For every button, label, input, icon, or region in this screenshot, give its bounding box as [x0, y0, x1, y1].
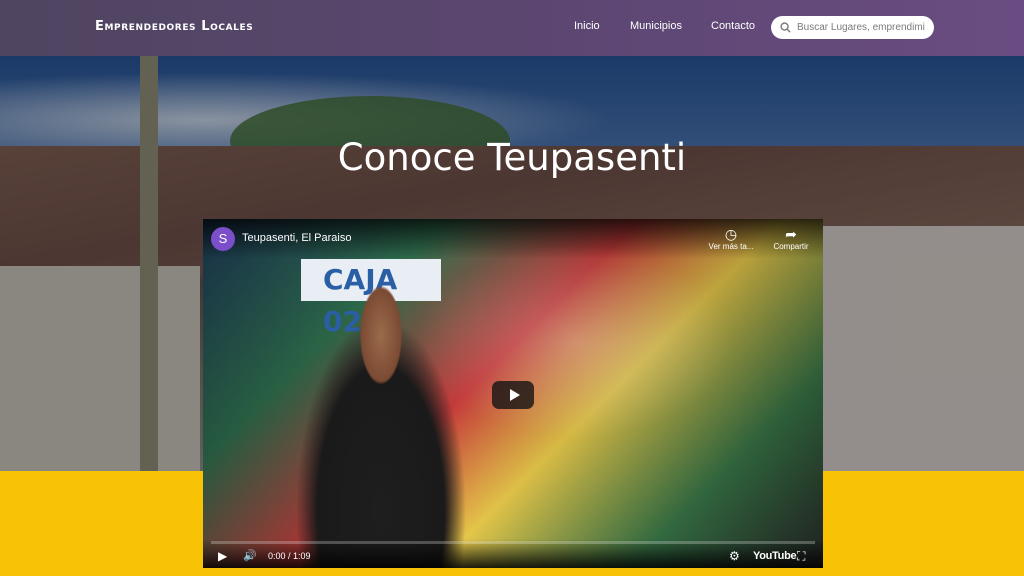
video-controls: ▶ 🔊 0:00 / 1:09 ⚙ YouTube ⛶ — [203, 539, 823, 568]
channel-avatar[interactable]: S — [211, 227, 235, 251]
share-button[interactable]: ➦ Compartir — [762, 226, 820, 251]
share-label: Compartir — [773, 242, 809, 251]
search-icon — [780, 22, 791, 33]
fullscreen-icon[interactable]: ⛶ — [797, 549, 805, 564]
video-player[interactable]: CAJA 02 S Teupasenti, El Paraiso ◷ Ver m… — [203, 219, 823, 568]
nav-item-contacto[interactable]: Contacto — [711, 20, 755, 32]
time-display: 0:00 / 1:09 — [268, 551, 311, 561]
top-navbar: Emprendedores Locales Inicio Municipios … — [0, 0, 1024, 56]
nav-item-inicio[interactable]: Inicio — [574, 20, 600, 32]
nav-item-municipios[interactable]: Municipios — [630, 20, 682, 32]
youtube-logo[interactable]: YouTube — [753, 550, 797, 562]
video-top-bar: S Teupasenti, El Paraiso ◷ Ver más ta...… — [203, 219, 823, 259]
play-icon[interactable]: ▶ — [218, 549, 227, 563]
search-box[interactable] — [771, 16, 934, 39]
play-icon — [509, 389, 520, 401]
big-play-button[interactable] — [492, 381, 534, 409]
share-icon: ➦ — [785, 226, 797, 242]
search-input[interactable] — [797, 22, 925, 33]
video-title[interactable]: Teupasenti, El Paraiso — [242, 232, 351, 244]
watch-later-button[interactable]: ◷ Ver más ta... — [702, 226, 760, 251]
volume-icon[interactable]: 🔊 — [243, 549, 257, 562]
progress-bar[interactable] — [211, 541, 815, 544]
video-person — [281, 284, 481, 568]
clock-icon: ◷ — [724, 226, 738, 242]
settings-gear-icon[interactable]: ⚙ — [729, 549, 740, 563]
page-title: Conoce Teupasenti — [337, 136, 687, 179]
site-brand[interactable]: Emprendedores Locales — [95, 19, 253, 34]
watch-later-label: Ver más ta... — [708, 242, 754, 251]
